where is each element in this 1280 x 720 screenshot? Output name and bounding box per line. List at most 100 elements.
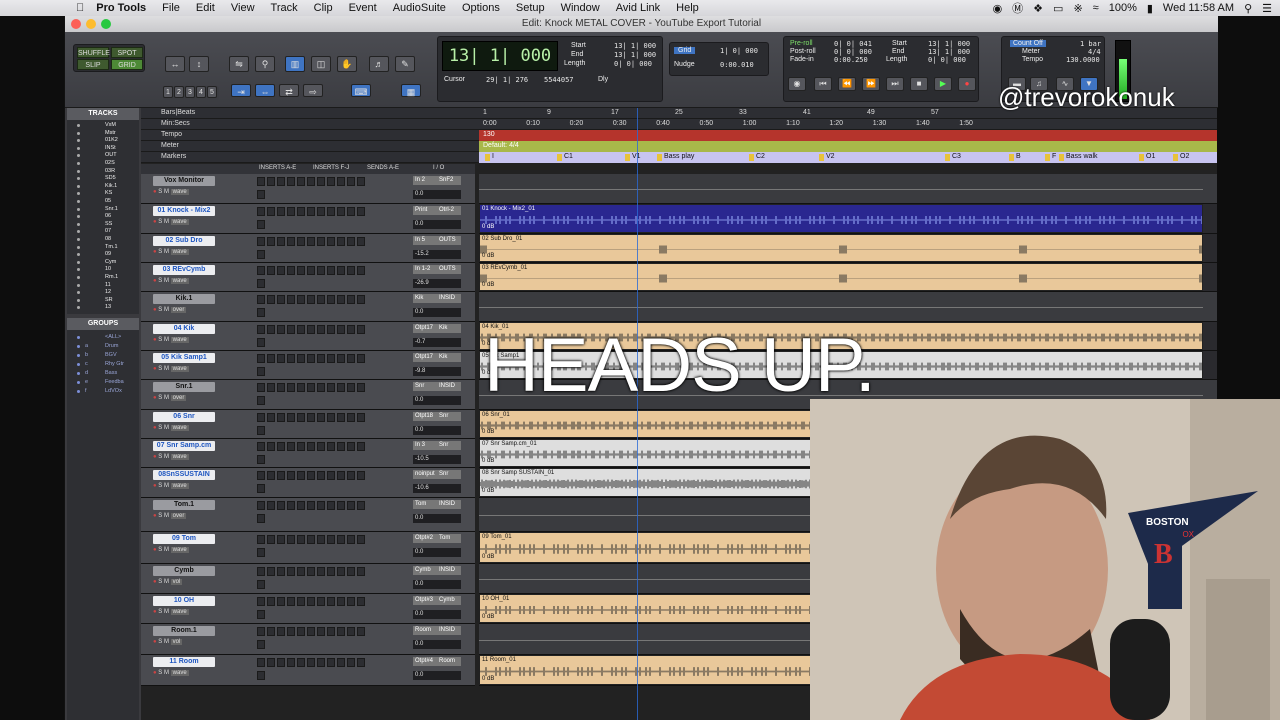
track-header[interactable]: 10 OH ● S M wave Otpt#3 Cymb 0.0 <box>141 594 475 624</box>
show-hide-icon[interactable] <box>77 192 80 196</box>
clock[interactable]: Wed 11:58 AM <box>1163 2 1234 14</box>
insert-slot[interactable] <box>337 567 345 576</box>
input-selector[interactable]: Otpt17 <box>415 354 433 360</box>
apple-icon[interactable]:  <box>0 2 92 14</box>
track-view-selector[interactable]: over <box>170 513 187 519</box>
online-icon[interactable]: ◉ <box>788 77 806 91</box>
insert-slot[interactable] <box>307 295 315 304</box>
insert-slot[interactable] <box>307 627 315 636</box>
insert-slot[interactable] <box>347 535 355 544</box>
insert-slot[interactable] <box>297 325 305 334</box>
track-io-selector[interactable]: Otpt17 Kik <box>413 353 461 362</box>
battery-icon[interactable]: ▮ <box>1147 2 1153 15</box>
tracklist-item[interactable]: 09 <box>67 251 139 258</box>
insert-slot[interactable] <box>277 501 285 510</box>
notification-center-icon[interactable]: ☰ <box>1262 2 1272 15</box>
count-off-value[interactable]: 1 bar <box>1080 40 1101 48</box>
show-hide-icon[interactable] <box>77 260 80 264</box>
volume-value[interactable]: -10.6 <box>413 484 461 493</box>
insert-slot[interactable] <box>257 295 265 304</box>
insert-slot[interactable] <box>257 220 265 229</box>
track-view-selector[interactable]: over <box>170 395 187 401</box>
record-enable-icon[interactable]: ● <box>153 579 157 585</box>
mute-button[interactable]: M <box>164 249 169 255</box>
tracklist-item[interactable]: Snr.1 <box>67 206 139 213</box>
insert-slot[interactable] <box>357 207 365 216</box>
sw-status-icon[interactable]: Ⓜ <box>1012 0 1023 16</box>
insert-slot[interactable] <box>347 471 355 480</box>
insert-slot[interactable] <box>307 266 315 275</box>
insert-slot[interactable] <box>267 383 275 392</box>
tracklist-item[interactable]: 12 <box>67 289 139 296</box>
insert-slot[interactable] <box>337 627 345 636</box>
link-timeline-icon[interactable]: ⇋ <box>229 56 249 72</box>
output-selector[interactable]: Snr <box>439 470 448 479</box>
solo-button[interactable]: S <box>158 513 162 519</box>
preroll-label[interactable]: Pre-roll <box>790 40 813 47</box>
insert-slot[interactable] <box>257 501 265 510</box>
insert-slot[interactable] <box>317 413 325 422</box>
volume-value[interactable]: 0.0 <box>413 220 461 229</box>
insert-slot[interactable] <box>307 658 315 667</box>
tracklist-item[interactable]: OUT <box>67 152 139 159</box>
track-view-selector[interactable]: wave <box>170 189 189 195</box>
track-name[interactable]: 08SnSSUSTAIN <box>153 470 215 480</box>
insert-slot[interactable] <box>297 501 305 510</box>
insert-slot[interactable] <box>357 442 365 451</box>
track-header[interactable]: Cymb ● S M vol Cymb INSID 0.0 <box>141 564 475 594</box>
marker[interactable]: V2 <box>819 153 835 161</box>
selection-start-value[interactable]: 13| 1| 000 <box>614 42 656 50</box>
insert-slot[interactable] <box>317 567 325 576</box>
shuffle-mode-button[interactable]: SHUFFLE <box>77 47 110 58</box>
insert-slot[interactable] <box>257 640 265 649</box>
group-item[interactable]: e Feedba <box>67 379 139 386</box>
automation-line[interactable] <box>479 189 1203 190</box>
insert-slot[interactable] <box>257 413 265 422</box>
tracklist-item[interactable]: Tm.1 <box>67 244 139 251</box>
track-header[interactable]: Vox Monitor ● S M wave In 2 SnF2 0.0 <box>141 174 475 204</box>
show-hide-icon[interactable] <box>77 162 80 165</box>
track-io-selector[interactable]: Room INSID <box>413 626 461 635</box>
solo-button[interactable]: S <box>158 579 162 585</box>
track-io-selector[interactable]: Otpt#4 Room <box>413 657 461 666</box>
insert-slot[interactable] <box>257 671 265 680</box>
insert-slot[interactable] <box>347 177 355 186</box>
menu-help[interactable]: Help <box>668 2 707 14</box>
input-selector[interactable]: Snr <box>415 383 424 389</box>
insert-slot[interactable] <box>257 567 265 576</box>
insert-slot[interactable] <box>327 177 335 186</box>
show-hide-icon[interactable] <box>77 169 80 173</box>
mute-button[interactable]: M <box>164 483 169 489</box>
insert-slot[interactable] <box>257 308 265 317</box>
insert-slot[interactable] <box>297 413 305 422</box>
insert-slot[interactable] <box>257 658 265 667</box>
record-status-icon[interactable]: ◉ <box>993 2 1003 15</box>
insert-slot[interactable] <box>317 207 325 216</box>
transport-length-value[interactable]: 0| 0| 000 <box>928 56 966 64</box>
insert-slot[interactable] <box>327 266 335 275</box>
track-view-selector[interactable]: wave <box>170 366 189 372</box>
insert-slot[interactable] <box>337 266 345 275</box>
menu-setup[interactable]: Setup <box>508 2 553 14</box>
insert-slot[interactable] <box>357 535 365 544</box>
record-enable-icon[interactable]: ● <box>153 395 157 401</box>
show-hide-icon[interactable] <box>77 124 80 127</box>
track-view-selector[interactable]: wave <box>170 249 189 255</box>
group-active-icon[interactable] <box>77 363 80 366</box>
insert-slot[interactable] <box>277 413 285 422</box>
scrubber-speaker-icon[interactable]: ♬ <box>369 56 389 72</box>
zoom-preset-3[interactable]: 3 <box>185 86 195 98</box>
volume-value[interactable]: 0.0 <box>413 308 461 317</box>
mute-button[interactable]: M <box>164 425 169 431</box>
insert-slot[interactable] <box>357 177 365 186</box>
tempo-value[interactable]: 130.0000 <box>1066 56 1100 64</box>
insert-slot[interactable] <box>267 501 275 510</box>
grid-value[interactable]: 1| 0| 000 <box>720 47 758 55</box>
track-name[interactable]: Snr.1 <box>153 382 215 392</box>
insert-slot[interactable] <box>257 325 265 334</box>
insert-slot[interactable] <box>297 442 305 451</box>
insert-slot[interactable] <box>327 535 335 544</box>
marker[interactable]: C3 <box>945 153 961 161</box>
solo-button[interactable]: S <box>158 249 162 255</box>
input-selector[interactable]: In 2 <box>415 177 425 183</box>
